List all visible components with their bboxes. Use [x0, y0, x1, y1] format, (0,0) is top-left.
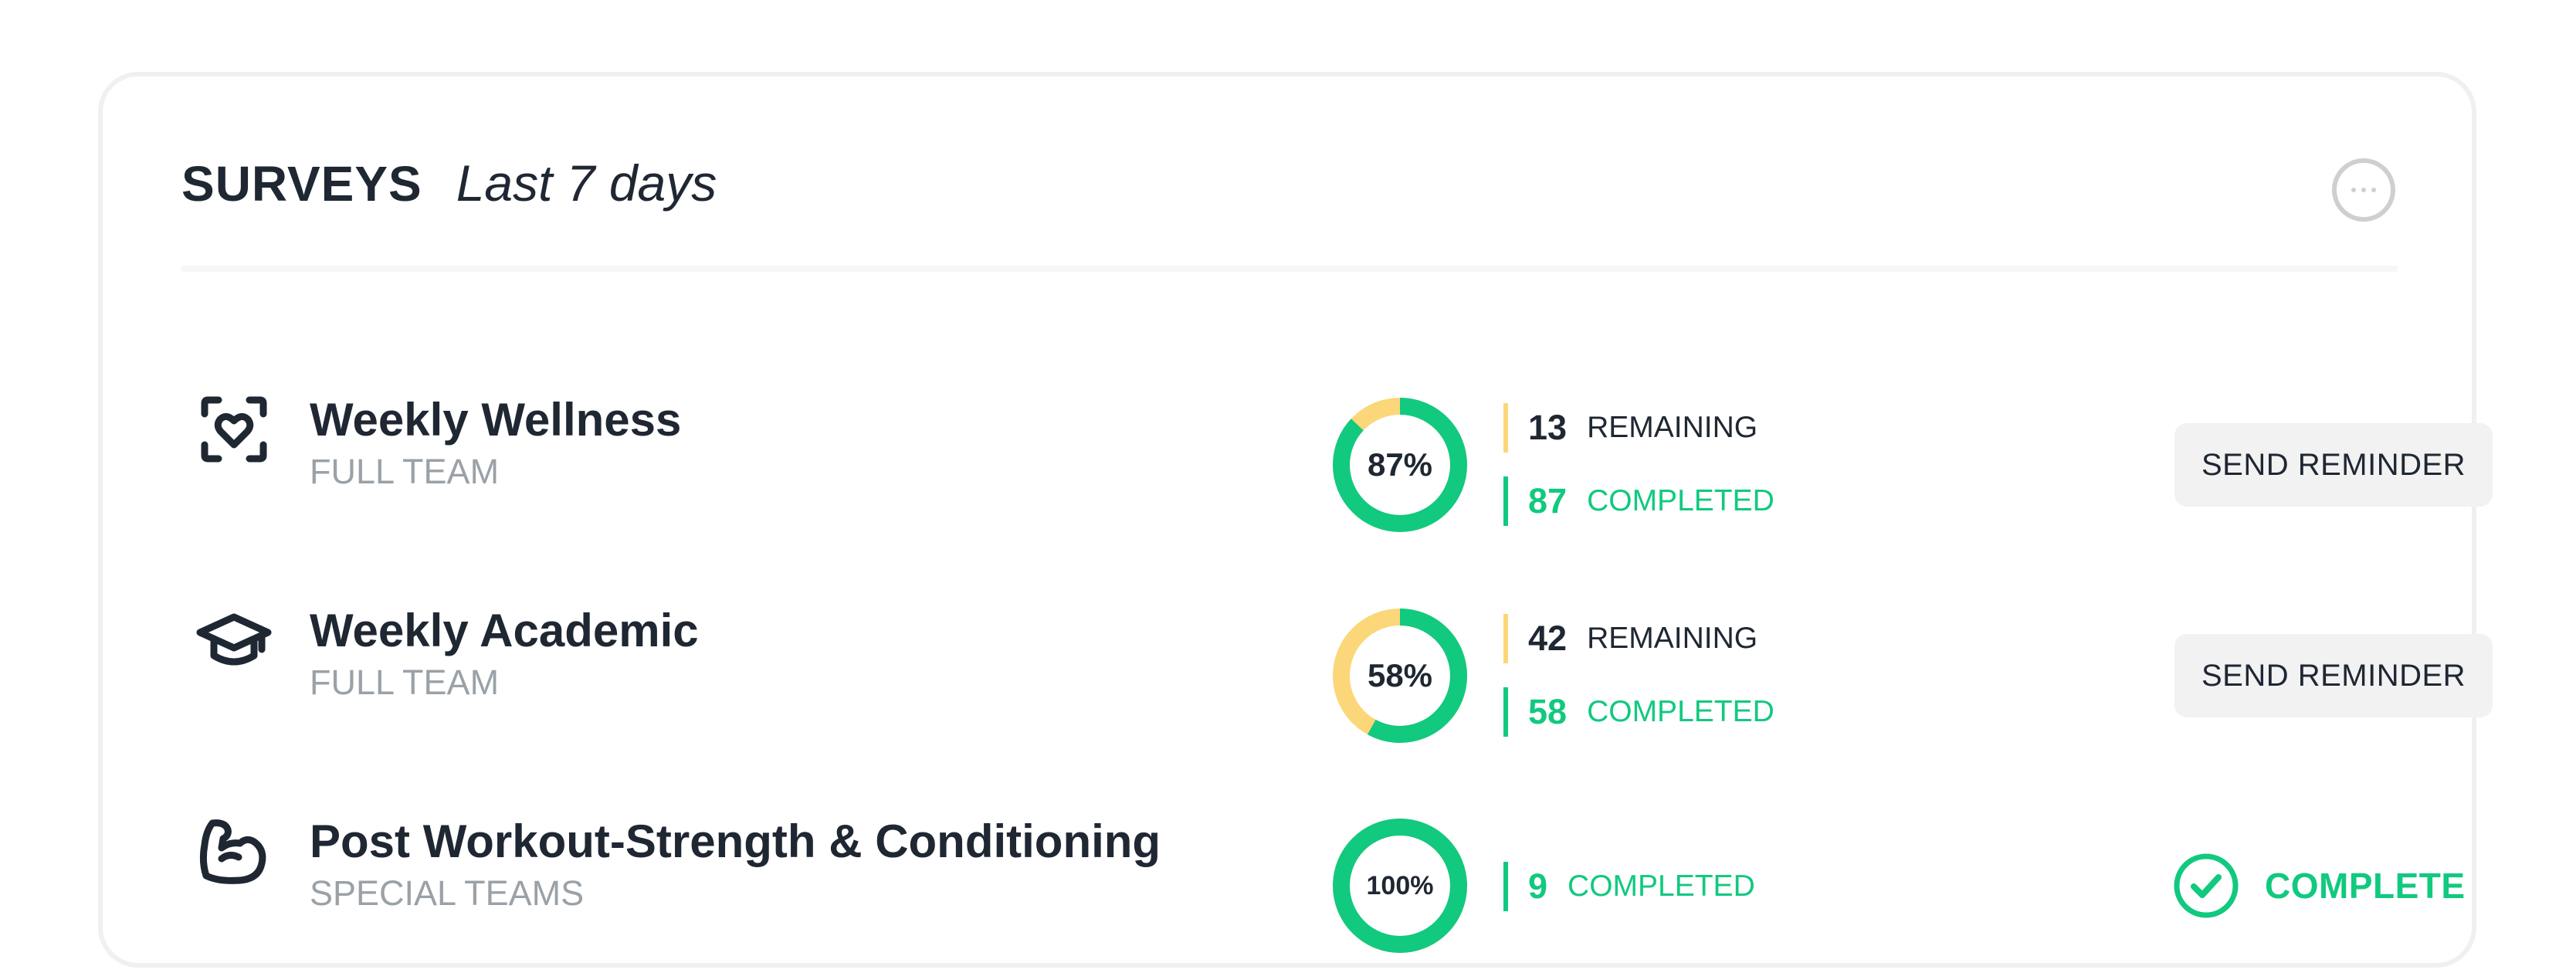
- remaining-indicator: [1503, 403, 1508, 453]
- remaining-indicator: [1503, 614, 1508, 663]
- remaining-stat: 42 REMAINING: [1503, 614, 1757, 663]
- completed-stat: 9 COMPLETED: [1503, 862, 1755, 911]
- completed-label: COMPLETED: [1587, 484, 1774, 517]
- complete-label: COMPLETE: [2265, 866, 2466, 906]
- remaining-count: 42: [1528, 619, 1568, 658]
- remaining-label: REMAINING: [1587, 411, 1758, 444]
- completion-percent: 87%: [1367, 446, 1433, 483]
- survey-name: Post Workout-Strength & Conditioning: [310, 815, 1161, 867]
- send-reminder-button[interactable]: SEND REMINDER: [2174, 634, 2493, 717]
- survey-name: Weekly Wellness: [310, 394, 682, 446]
- completion-donut: 100%: [1330, 816, 1469, 955]
- remaining-stat: 13 REMAINING: [1503, 403, 1757, 453]
- survey-name: Weekly Academic: [310, 605, 699, 656]
- surveys-card: SURVEYS Last 7 days Weekly Wellness FULL…: [98, 72, 2493, 968]
- complete-status: COMPLETE: [2172, 852, 2466, 920]
- survey-team: FULL TEAM: [310, 452, 500, 491]
- flexed-bicep-icon: [199, 819, 266, 884]
- completed-stat: 58 COMPLETED: [1503, 687, 1774, 737]
- heart-scan-icon: [201, 396, 267, 463]
- completion-percent: 100%: [1366, 870, 1434, 900]
- survey-team: FULL TEAM: [310, 663, 500, 702]
- completed-label: COMPLETED: [1587, 695, 1774, 728]
- header-divider: [181, 266, 2398, 272]
- completion-donut: 58%: [1330, 606, 1469, 745]
- completion-donut: 87%: [1330, 395, 1469, 534]
- check-circle-icon: [2174, 853, 2239, 918]
- completed-indicator: [1503, 862, 1508, 911]
- remaining-count: 13: [1528, 408, 1568, 447]
- send-reminder-button[interactable]: SEND REMINDER: [2174, 423, 2493, 507]
- completed-count: 9: [1528, 866, 1548, 906]
- completion-percent: 58%: [1367, 657, 1433, 693]
- completed-count: 58: [1528, 692, 1568, 731]
- completed-indicator: [1503, 476, 1508, 526]
- completed-label: COMPLETED: [1568, 870, 1755, 903]
- graduation-cap-icon: [196, 613, 272, 666]
- completed-indicator: [1503, 687, 1508, 737]
- survey-row-post-workout: Post Workout-Strength & Conditioning SPE…: [103, 76, 2472, 953]
- completed-count: 87: [1528, 481, 1568, 520]
- completed-stat: 87 COMPLETED: [1503, 476, 1774, 526]
- survey-team: SPECIAL TEAMS: [310, 873, 585, 913]
- remaining-label: REMAINING: [1587, 622, 1758, 655]
